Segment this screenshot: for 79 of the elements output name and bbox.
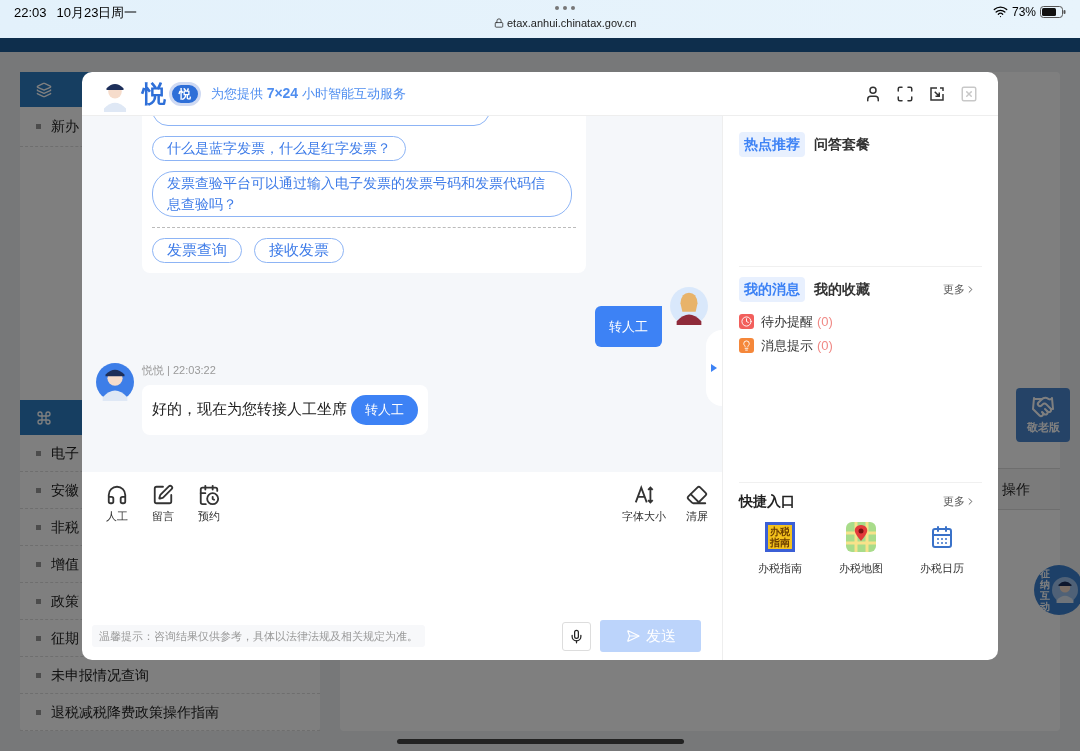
sidebar-label: 政策 bbox=[51, 591, 79, 611]
bullet-icon bbox=[36, 709, 41, 715]
tool-button[interactable]: 字体大小 bbox=[622, 484, 666, 525]
assistant-avatar bbox=[1052, 577, 1078, 603]
message-label: 待办提醒 bbox=[761, 313, 813, 331]
url-text[interactable]: etax.anhui.chinatax.gov.cn bbox=[507, 15, 637, 32]
message-item[interactable]: 待办提醒 (0) bbox=[739, 312, 982, 332]
bullet-icon bbox=[36, 672, 41, 678]
header-subtitle: 为您提供 7×24 小时智能互动服务 bbox=[211, 84, 406, 103]
clover-icon bbox=[36, 409, 52, 426]
sidebar-label: 征期 bbox=[51, 628, 79, 648]
headset-icon bbox=[106, 484, 128, 506]
map-icon bbox=[845, 522, 876, 552]
sidebar-label: 增值 bbox=[51, 554, 79, 574]
user-message-bubble: 转人工 bbox=[595, 306, 662, 347]
bullet-icon bbox=[36, 524, 41, 530]
user-icon[interactable] bbox=[864, 84, 882, 103]
battery-icon bbox=[1040, 6, 1066, 18]
message-label: 消息提示 bbox=[761, 336, 813, 355]
export-icon[interactable] bbox=[928, 84, 946, 103]
robot-badge: 悦 bbox=[169, 81, 201, 106]
status-date: 10月23日周一 bbox=[56, 4, 138, 22]
collapse-toggle[interactable] bbox=[706, 330, 722, 406]
send-icon bbox=[625, 629, 640, 643]
shortcut-item[interactable]: 办税日历 bbox=[901, 522, 982, 577]
message-item[interactable]: 消息提示 (0) bbox=[739, 335, 982, 355]
shortcut-item[interactable]: 办税地图 bbox=[820, 522, 901, 577]
sidebar-label: 退税减税降费政策操作指南 bbox=[51, 702, 219, 722]
more-link[interactable]: 更多 bbox=[943, 493, 976, 510]
play-icon bbox=[711, 364, 717, 372]
message-count: (0) bbox=[817, 336, 833, 355]
calendar-icon bbox=[929, 525, 954, 549]
tip-text: 温馨提示：咨询结果仅供参考，具体以法律法规及相关规定为准。 bbox=[92, 624, 425, 648]
tab[interactable]: 问答套餐 bbox=[809, 132, 875, 157]
bullet-icon bbox=[36, 487, 41, 493]
wifi-icon bbox=[992, 4, 1008, 19]
shortcut-item[interactable]: 办税 指南 办税指南 bbox=[739, 522, 820, 577]
more-link[interactable]: 更多 bbox=[943, 281, 976, 298]
more-icon[interactable] bbox=[555, 6, 576, 10]
tool-button[interactable]: 留言 bbox=[152, 484, 174, 525]
status-time: 22:03 bbox=[14, 4, 47, 22]
sidebar-item[interactable]: 退税减税降费政策操作指南 bbox=[20, 694, 320, 731]
user-avatar bbox=[670, 287, 708, 325]
microphone-button[interactable] bbox=[562, 621, 591, 651]
transfer-button[interactable]: 转人工 bbox=[351, 394, 418, 425]
message-meta: 悦悦 | 22:03:22 bbox=[142, 363, 217, 378]
tool-button[interactable]: 预约 bbox=[198, 484, 220, 525]
layers-icon bbox=[36, 81, 52, 98]
icon-label: 指南 bbox=[769, 537, 790, 548]
message-count: (0) bbox=[817, 313, 833, 331]
microphone-icon bbox=[569, 628, 584, 644]
bullet-icon bbox=[36, 561, 41, 567]
sidebar-label: 非税 bbox=[51, 517, 79, 537]
expand-icon[interactable] bbox=[896, 84, 914, 103]
lock-icon bbox=[494, 18, 504, 29]
assistant-avatar bbox=[96, 363, 134, 401]
font-size-icon bbox=[633, 484, 655, 506]
section-title: 快捷入口 bbox=[739, 492, 795, 511]
icon-label: 办税 bbox=[769, 526, 790, 537]
message-text: 好的，现在为您转接人工坐席 bbox=[152, 399, 347, 419]
handshake-icon bbox=[1031, 394, 1055, 419]
bullet-icon bbox=[36, 598, 41, 604]
tool-button[interactable]: 清屏 bbox=[686, 484, 708, 525]
calendar-icon bbox=[198, 484, 220, 506]
edit-icon bbox=[152, 484, 174, 506]
tool-button[interactable]: 人工 bbox=[106, 484, 128, 525]
sidebar-label: 新办 bbox=[51, 117, 79, 136]
bullet-icon bbox=[36, 124, 41, 129]
bullet-icon bbox=[36, 450, 41, 456]
column-header: 操作 bbox=[1002, 479, 1030, 499]
bullet-icon bbox=[36, 635, 41, 641]
question-chip[interactable]: 发票查验平台可以通过输入电子发票的发票号码和发票代码信息查验吗？ bbox=[152, 171, 572, 217]
sidebar-label: 电子 bbox=[51, 443, 79, 463]
tab[interactable]: 我的收藏 bbox=[809, 277, 875, 302]
battery-percent: 73% bbox=[1011, 4, 1036, 21]
eraser-icon bbox=[686, 484, 708, 506]
brand-name: 悦 bbox=[142, 78, 166, 109]
sidebar-label: 安徽 bbox=[51, 480, 79, 500]
sidebar-label: 未申报情况查询 bbox=[51, 665, 149, 685]
